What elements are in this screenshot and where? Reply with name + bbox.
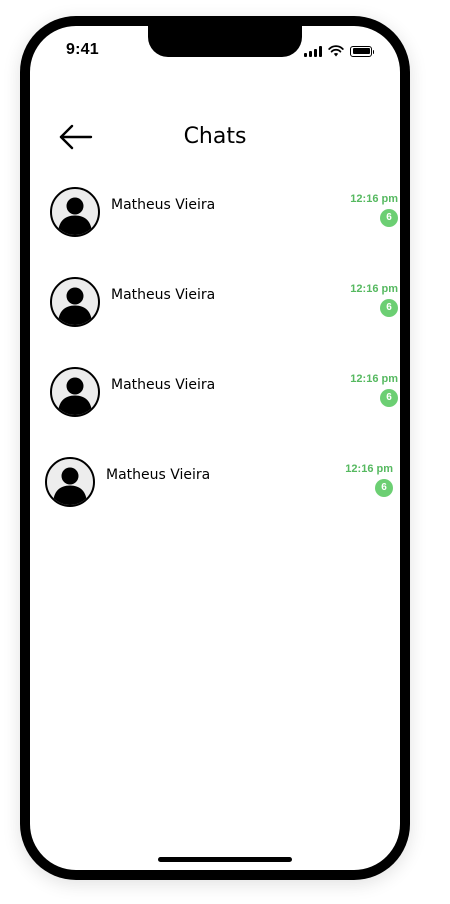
chat-list-item[interactable]: Matheus Vieira 12:16 pm 6 [45,457,393,509]
status-time: 9:41 [66,41,99,58]
unread-count-badge: 6 [380,209,398,227]
cellular-signal-icon [304,45,322,57]
phone-screen: 9:41 Chats Matheus Vieira 12:16 pm 6 Mat… [30,26,400,870]
chat-contact-name: Matheus Vieira [111,287,216,303]
status-icons [304,44,374,58]
unread-count-badge: 6 [380,299,398,317]
wifi-icon [328,45,344,57]
chat-contact-name: Matheus Vieira [106,467,211,483]
chat-list-item[interactable]: Matheus Vieira 12:16 pm 6 [50,187,398,239]
unread-count-badge: 6 [375,479,393,497]
user-avatar-icon [50,277,100,327]
chat-contact-name: Matheus Vieira [111,377,216,393]
home-indicator[interactable] [158,857,292,862]
page-title: Chats [183,124,247,149]
chat-timestamp: 12:16 pm [350,373,398,385]
battery-icon [350,45,374,57]
phone-frame: 9:41 Chats Matheus Vieira 12:16 pm 6 Mat… [20,16,410,880]
chat-timestamp: 12:16 pm [350,193,398,205]
device-notch [148,26,302,57]
chat-list-item[interactable]: Matheus Vieira 12:16 pm 6 [50,277,398,329]
user-avatar-icon [50,367,100,417]
chat-contact-name: Matheus Vieira [111,197,216,213]
unread-count-badge: 6 [380,389,398,407]
user-avatar-icon [45,457,95,507]
chat-timestamp: 12:16 pm [345,463,393,475]
chat-list-item[interactable]: Matheus Vieira 12:16 pm 6 [50,367,398,419]
chat-timestamp: 12:16 pm [350,283,398,295]
user-avatar-icon [50,187,100,237]
